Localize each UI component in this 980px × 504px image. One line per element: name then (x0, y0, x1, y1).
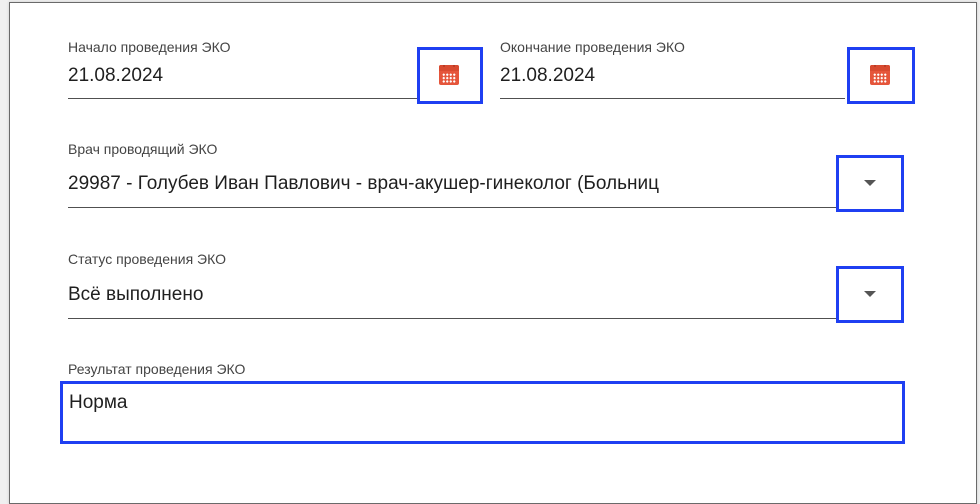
status-label: Статус проведения ЭКО (68, 251, 226, 267)
chevron-down-icon (864, 291, 876, 297)
calendar-icon (870, 65, 890, 85)
calendar-icon (439, 65, 459, 85)
start-date-input[interactable]: 21.08.2024 (68, 65, 408, 87)
ivf-form-panel: Начало проведения ЭКО 21.08.2024 Окончан… (9, 2, 977, 504)
end-date-calendar-button[interactable] (847, 47, 915, 104)
start-date-label: Начало проведения ЭКО (68, 39, 231, 55)
doctor-select[interactable]: 29987 - Голубев Иван Павлович - врач-аку… (68, 173, 838, 195)
doctor-dropdown-button[interactable] (836, 155, 904, 212)
status-dropdown-button[interactable] (836, 266, 904, 323)
start-date-underline (68, 98, 420, 99)
start-date-calendar-button[interactable] (417, 47, 483, 104)
status-select[interactable]: Всё выполнено (68, 284, 768, 306)
result-text: Норма (69, 392, 128, 413)
end-date-input[interactable]: 21.08.2024 (500, 65, 830, 87)
end-date-label: Окончание проведения ЭКО (500, 39, 685, 55)
doctor-underline (68, 207, 838, 208)
status-underline (68, 318, 838, 319)
result-label: Результат проведения ЭКО (68, 361, 246, 377)
end-date-underline (500, 98, 845, 99)
doctor-label: Врач проводящий ЭКО (68, 141, 218, 157)
result-textarea[interactable]: Норма (60, 381, 905, 444)
chevron-down-icon (864, 180, 876, 186)
